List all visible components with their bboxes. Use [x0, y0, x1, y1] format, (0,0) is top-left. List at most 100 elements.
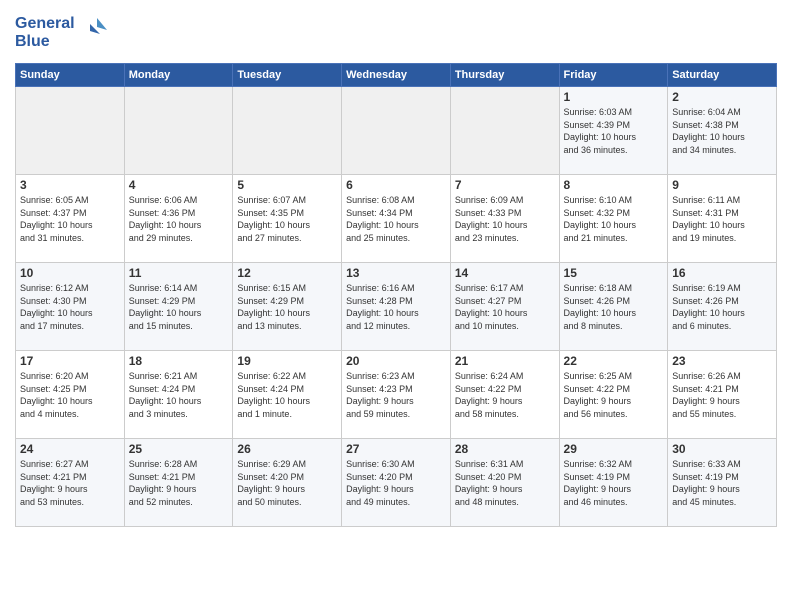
calendar-day-cell: 26 Sunrise: 6:29 AM Sunset: 4:20 PM Dayli…: [233, 439, 342, 527]
day-info: Sunrise: 6:17 AM Sunset: 4:27 PM Dayligh…: [455, 282, 555, 332]
day-number: 18: [129, 354, 229, 368]
day-number: 27: [346, 442, 446, 456]
calendar-day-cell: 24Sunrise: 6:27 AM Sunset: 4:21 PM Dayli…: [16, 439, 125, 527]
calendar-day-cell: 6 Sunrise: 6:08 AM Sunset: 4:34 PM Daylig…: [342, 175, 451, 263]
day-number: 13: [346, 266, 446, 280]
calendar-day-cell: 4 Sunrise: 6:06 AM Sunset: 4:36 PM Daylig…: [124, 175, 233, 263]
day-number: 20: [346, 354, 446, 368]
day-number: 1: [564, 90, 664, 104]
calendar-day-cell: [450, 87, 559, 175]
calendar-day-cell: 27 Sunrise: 6:30 AM Sunset: 4:20 PM Dayli…: [342, 439, 451, 527]
day-number: 30: [672, 442, 772, 456]
calendar-day-cell: 19 Sunrise: 6:22 AM Sunset: 4:24 PM Dayli…: [233, 351, 342, 439]
calendar-day-cell: [16, 87, 125, 175]
day-info: Sunrise: 6:30 AM Sunset: 4:20 PM Dayligh…: [346, 458, 446, 508]
calendar-body: 1Sunrise: 6:03 AM Sunset: 4:39 PM Daylig…: [16, 87, 777, 527]
day-info: Sunrise: 6:22 AM Sunset: 4:24 PM Dayligh…: [237, 370, 337, 420]
day-info: Sunrise: 6:10 AM Sunset: 4:32 PM Dayligh…: [564, 194, 664, 244]
calendar-day-cell: [342, 87, 451, 175]
day-info: Sunrise: 6:32 AM Sunset: 4:19 PM Dayligh…: [564, 458, 664, 508]
day-info: Sunrise: 6:27 AM Sunset: 4:21 PM Dayligh…: [20, 458, 120, 508]
day-info: Sunrise: 6:25 AM Sunset: 4:22 PM Dayligh…: [564, 370, 664, 420]
day-info: Sunrise: 6:29 AM Sunset: 4:20 PM Dayligh…: [237, 458, 337, 508]
calendar-table: SundayMondayTuesdayWednesdayThursdayFrid…: [15, 63, 777, 527]
weekday-header: Monday: [124, 64, 233, 87]
logo: General Blue: [15, 10, 110, 55]
day-number: 26: [237, 442, 337, 456]
day-info: Sunrise: 6:33 AM Sunset: 4:19 PM Dayligh…: [672, 458, 772, 508]
calendar-day-cell: [124, 87, 233, 175]
calendar-week-row: 10Sunrise: 6:12 AM Sunset: 4:30 PM Dayli…: [16, 263, 777, 351]
calendar-day-cell: 7Sunrise: 6:09 AM Sunset: 4:33 PM Daylig…: [450, 175, 559, 263]
calendar-week-row: 3 Sunrise: 6:05 AM Sunset: 4:37 PM Daylig…: [16, 175, 777, 263]
calendar-day-cell: 3 Sunrise: 6:05 AM Sunset: 4:37 PM Daylig…: [16, 175, 125, 263]
calendar-day-cell: 20 Sunrise: 6:23 AM Sunset: 4:23 PM Dayli…: [342, 351, 451, 439]
day-info: Sunrise: 6:19 AM Sunset: 4:26 PM Dayligh…: [672, 282, 772, 332]
calendar-day-cell: 22 Sunrise: 6:25 AM Sunset: 4:22 PM Dayli…: [559, 351, 668, 439]
calendar-day-cell: 5 Sunrise: 6:07 AM Sunset: 4:35 PM Daylig…: [233, 175, 342, 263]
day-info: Sunrise: 6:07 AM Sunset: 4:35 PM Dayligh…: [237, 194, 337, 244]
day-info: Sunrise: 6:24 AM Sunset: 4:22 PM Dayligh…: [455, 370, 555, 420]
day-number: 7: [455, 178, 555, 192]
calendar-day-cell: 16 Sunrise: 6:19 AM Sunset: 4:26 PM Dayli…: [668, 263, 777, 351]
day-info: Sunrise: 6:23 AM Sunset: 4:23 PM Dayligh…: [346, 370, 446, 420]
calendar-day-cell: 11 Sunrise: 6:14 AM Sunset: 4:29 PM Dayli…: [124, 263, 233, 351]
day-info: Sunrise: 6:11 AM Sunset: 4:31 PM Dayligh…: [672, 194, 772, 244]
calendar-day-cell: 9 Sunrise: 6:11 AM Sunset: 4:31 PM Daylig…: [668, 175, 777, 263]
calendar-day-cell: 23 Sunrise: 6:26 AM Sunset: 4:21 PM Dayli…: [668, 351, 777, 439]
calendar-day-cell: 13 Sunrise: 6:16 AM Sunset: 4:28 PM Dayli…: [342, 263, 451, 351]
calendar-day-cell: 29 Sunrise: 6:32 AM Sunset: 4:19 PM Dayli…: [559, 439, 668, 527]
calendar-week-row: 24Sunrise: 6:27 AM Sunset: 4:21 PM Dayli…: [16, 439, 777, 527]
day-info: Sunrise: 6:04 AM Sunset: 4:38 PM Dayligh…: [672, 106, 772, 156]
day-number: 4: [129, 178, 229, 192]
day-number: 21: [455, 354, 555, 368]
weekday-header: Sunday: [16, 64, 125, 87]
day-info: Sunrise: 6:28 AM Sunset: 4:21 PM Dayligh…: [129, 458, 229, 508]
calendar-day-cell: 18 Sunrise: 6:21 AM Sunset: 4:24 PM Dayli…: [124, 351, 233, 439]
day-info: Sunrise: 6:12 AM Sunset: 4:30 PM Dayligh…: [20, 282, 120, 332]
calendar-day-cell: 21 Sunrise: 6:24 AM Sunset: 4:22 PM Dayli…: [450, 351, 559, 439]
calendar-day-cell: 1Sunrise: 6:03 AM Sunset: 4:39 PM Daylig…: [559, 87, 668, 175]
day-info: Sunrise: 6:26 AM Sunset: 4:21 PM Dayligh…: [672, 370, 772, 420]
day-number: 22: [564, 354, 664, 368]
calendar-day-cell: 17Sunrise: 6:20 AM Sunset: 4:25 PM Dayli…: [16, 351, 125, 439]
day-info: Sunrise: 6:21 AM Sunset: 4:24 PM Dayligh…: [129, 370, 229, 420]
calendar-day-cell: 2 Sunrise: 6:04 AM Sunset: 4:38 PM Daylig…: [668, 87, 777, 175]
day-info: Sunrise: 6:18 AM Sunset: 4:26 PM Dayligh…: [564, 282, 664, 332]
day-number: 3: [20, 178, 120, 192]
calendar-day-cell: 14 Sunrise: 6:17 AM Sunset: 4:27 PM Dayli…: [450, 263, 559, 351]
page-header: General Blue: [15, 10, 777, 55]
day-number: 2: [672, 90, 772, 104]
weekday-header: Tuesday: [233, 64, 342, 87]
calendar-day-cell: 28Sunrise: 6:31 AM Sunset: 4:20 PM Dayli…: [450, 439, 559, 527]
day-number: 9: [672, 178, 772, 192]
day-number: 5: [237, 178, 337, 192]
calendar-day-cell: 15 Sunrise: 6:18 AM Sunset: 4:26 PM Dayli…: [559, 263, 668, 351]
day-info: Sunrise: 6:08 AM Sunset: 4:34 PM Dayligh…: [346, 194, 446, 244]
day-number: 8: [564, 178, 664, 192]
calendar-day-cell: 8 Sunrise: 6:10 AM Sunset: 4:32 PM Daylig…: [559, 175, 668, 263]
calendar-day-cell: 10Sunrise: 6:12 AM Sunset: 4:30 PM Dayli…: [16, 263, 125, 351]
day-info: Sunrise: 6:05 AM Sunset: 4:37 PM Dayligh…: [20, 194, 120, 244]
day-number: 29: [564, 442, 664, 456]
calendar-day-cell: 25 Sunrise: 6:28 AM Sunset: 4:21 PM Dayli…: [124, 439, 233, 527]
day-number: 28: [455, 442, 555, 456]
weekday-header: Thursday: [450, 64, 559, 87]
day-number: 14: [455, 266, 555, 280]
day-number: 6: [346, 178, 446, 192]
day-number: 16: [672, 266, 772, 280]
calendar-day-cell: 12 Sunrise: 6:15 AM Sunset: 4:29 PM Dayli…: [233, 263, 342, 351]
day-number: 12: [237, 266, 337, 280]
weekday-header: Saturday: [668, 64, 777, 87]
day-number: 23: [672, 354, 772, 368]
day-info: Sunrise: 6:06 AM Sunset: 4:36 PM Dayligh…: [129, 194, 229, 244]
day-number: 15: [564, 266, 664, 280]
day-info: Sunrise: 6:16 AM Sunset: 4:28 PM Dayligh…: [346, 282, 446, 332]
day-number: 11: [129, 266, 229, 280]
day-info: Sunrise: 6:14 AM Sunset: 4:29 PM Dayligh…: [129, 282, 229, 332]
day-number: 19: [237, 354, 337, 368]
day-number: 25: [129, 442, 229, 456]
day-info: Sunrise: 6:15 AM Sunset: 4:29 PM Dayligh…: [237, 282, 337, 332]
day-number: 17: [20, 354, 120, 368]
calendar-day-cell: [233, 87, 342, 175]
